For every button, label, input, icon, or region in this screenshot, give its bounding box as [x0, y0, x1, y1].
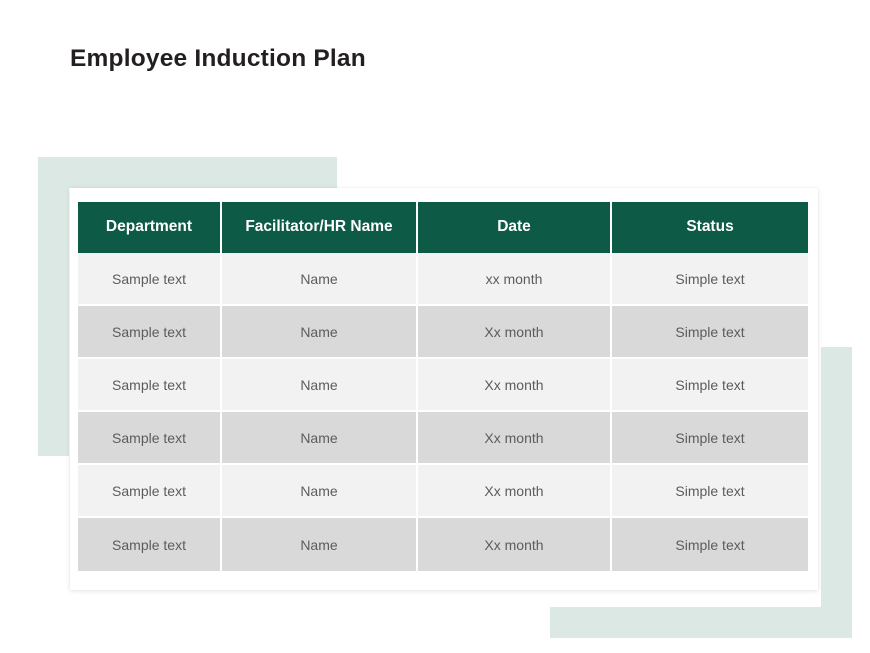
cell-department[interactable]: Sample text [78, 306, 222, 359]
top-left-bracket-vertical-arm [38, 157, 69, 456]
cell-facilitator[interactable]: Name [222, 253, 418, 306]
slide-canvas: Employee Induction Plan Department Facil… [0, 0, 870, 653]
table-header-row: Department Facilitator/HR Name Date Stat… [78, 202, 808, 253]
employee-induction-plan-table: Department Facilitator/HR Name Date Stat… [78, 202, 808, 571]
cell-department[interactable]: Sample text [78, 359, 222, 412]
cell-facilitator[interactable]: Name [222, 359, 418, 412]
cell-facilitator[interactable]: Name [222, 518, 418, 571]
cell-department[interactable]: Sample text [78, 518, 222, 571]
column-header-date[interactable]: Date [418, 202, 612, 253]
cell-status[interactable]: Simple text [612, 412, 808, 465]
cell-date[interactable]: Xx month [418, 359, 612, 412]
cell-department[interactable]: Sample text [78, 412, 222, 465]
table-header: Department Facilitator/HR Name Date Stat… [78, 202, 808, 253]
cell-status[interactable]: Simple text [612, 518, 808, 571]
column-header-facilitator[interactable]: Facilitator/HR Name [222, 202, 418, 253]
table-row: Sample text Name Xx month Simple text [78, 359, 808, 412]
cell-department[interactable]: Sample text [78, 465, 222, 518]
bottom-right-bracket-horizontal-arm [550, 607, 852, 638]
cell-date[interactable]: xx month [418, 253, 612, 306]
column-header-department[interactable]: Department [78, 202, 222, 253]
cell-status[interactable]: Simple text [612, 306, 808, 359]
cell-facilitator[interactable]: Name [222, 465, 418, 518]
table-row: Sample text Name Xx month Simple text [78, 518, 808, 571]
cell-facilitator[interactable]: Name [222, 412, 418, 465]
top-left-bracket-horizontal-arm [38, 157, 337, 188]
column-header-status[interactable]: Status [612, 202, 808, 253]
table-row: Sample text Name xx month Simple text [78, 253, 808, 306]
cell-date[interactable]: Xx month [418, 465, 612, 518]
cell-date[interactable]: Xx month [418, 518, 612, 571]
cell-status[interactable]: Simple text [612, 465, 808, 518]
cell-facilitator[interactable]: Name [222, 306, 418, 359]
cell-department[interactable]: Sample text [78, 253, 222, 306]
cell-status[interactable]: Simple text [612, 359, 808, 412]
bottom-right-bracket-vertical-arm [821, 347, 852, 638]
cell-date[interactable]: Xx month [418, 306, 612, 359]
table-row: Sample text Name Xx month Simple text [78, 412, 808, 465]
cell-status[interactable]: Simple text [612, 253, 808, 306]
page-title: Employee Induction Plan [70, 45, 366, 72]
cell-date[interactable]: Xx month [418, 412, 612, 465]
table-body: Sample text Name xx month Simple text Sample… [78, 253, 808, 571]
table-row: Sample text Name Xx month Simple text [78, 306, 808, 359]
table-row: Sample text Name Xx month Simple text [78, 465, 808, 518]
